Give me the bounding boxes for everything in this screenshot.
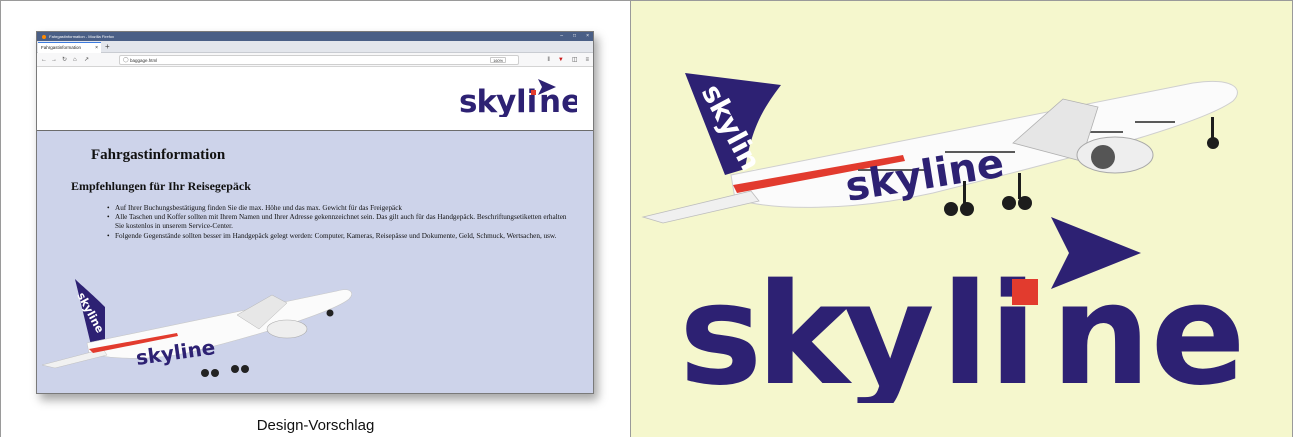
url-bar[interactable]: ◯ baggage.html 160% — [119, 55, 519, 65]
logo-sky: sky — [459, 84, 516, 117]
close-window-button[interactable]: × — [586, 32, 589, 41]
design-preview-panel: Fahrgastinformation - Mozilla Firefox – … — [1, 1, 630, 437]
brand-logo-li: li — [941, 254, 1037, 403]
airplane-illustration-small: skyline skyline — [41, 279, 352, 377]
library-icon[interactable]: ‖ — [547, 55, 549, 65]
browser-window: Fahrgastinformation - Mozilla Firefox – … — [36, 31, 594, 394]
window-controls: – □ × — [560, 32, 589, 41]
list-item: Alle Taschen und Koffer sollten mit Ihre… — [107, 213, 577, 231]
list-item: Folgende Gegenstände sollten besser im H… — [107, 232, 577, 241]
tab-label: Fahrgastinformation — [41, 45, 82, 50]
logo-red-dot — [531, 90, 536, 95]
home-icon[interactable]: ⌂ — [73, 55, 77, 65]
page-title: Fahrgastinformation — [91, 147, 226, 163]
design-caption: Design-Vorschlag — [256, 417, 375, 434]
navigation-toolbar: ← → ↻ ⌂ ↗ ◯ baggage.html 160% ‖ ▼ ◫ ≡ — [37, 53, 593, 67]
window-titlebar: Fahrgastinformation - Mozilla Firefox – … — [37, 32, 593, 41]
url-text: baggage.html — [130, 58, 158, 63]
baggage-list: Auf Ihrer Buchungsbestätigung finden Sie… — [107, 204, 577, 241]
toolbar-icons: ‖ ▼ ◫ ≡ — [547, 55, 589, 65]
logo-li: li — [516, 84, 537, 117]
brand-panel: skyline skyline sky li ne — [631, 1, 1292, 437]
window-title: Fahrgastinformation - Mozilla Firefox — [49, 34, 115, 39]
sidebar-icon[interactable]: ◫ — [572, 55, 578, 65]
back-icon[interactable]: ← — [41, 55, 47, 65]
tab-fahrgastinformation[interactable]: Fahrgastinformation × — [38, 42, 101, 53]
list-item: Auf Ihrer Buchungsbestätigung finden Sie… — [107, 204, 577, 213]
menu-icon[interactable]: ≡ — [585, 55, 589, 65]
forward-icon[interactable]: → — [51, 55, 57, 65]
page-info-icon[interactable]: ◯ — [123, 56, 129, 65]
brand-logo-sky: sky — [679, 254, 932, 403]
tab-close-icon[interactable]: × — [95, 43, 98, 53]
page-header: sky li ne — [37, 67, 593, 131]
minimize-button[interactable]: – — [560, 32, 563, 41]
maximize-button[interactable]: □ — [573, 32, 576, 41]
skyline-logo-large: sky li ne — [679, 217, 1239, 403]
firefox-icon — [42, 34, 46, 39]
reload-icon[interactable]: ↻ — [62, 55, 67, 65]
zoom-indicator[interactable]: 160% — [490, 57, 506, 63]
brand-red-square — [1012, 279, 1038, 305]
tools-icon[interactable]: ↗ — [84, 55, 89, 65]
page-subtitle: Empfehlungen für Ihr Reisegepäck — [71, 179, 251, 193]
skyline-logo-small: sky li ne — [459, 79, 577, 117]
new-tab-button[interactable]: + — [105, 41, 110, 52]
ublock-icon[interactable]: ▼ — [558, 55, 564, 65]
page-body: Fahrgastinformation Empfehlungen für Ihr… — [37, 131, 593, 393]
tab-bar: Fahrgastinformation × + — [37, 41, 593, 53]
